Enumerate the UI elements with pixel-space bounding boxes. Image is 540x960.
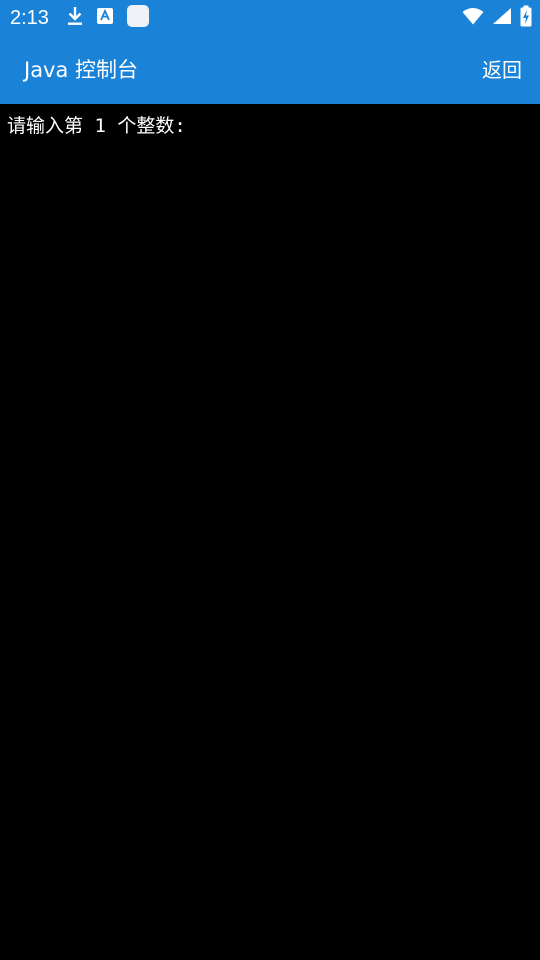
status-bar: 2:13	[0, 0, 540, 36]
console-output[interactable]: 请输入第 1 个整数:	[0, 104, 540, 960]
status-left-icons	[66, 4, 162, 32]
wifi-icon	[462, 7, 484, 29]
page-title: Java 控制台	[24, 58, 139, 82]
status-right-icons	[454, 5, 532, 31]
download-icon	[66, 6, 84, 30]
back-button[interactable]: 返回	[482, 56, 522, 84]
status-time: 2:13	[10, 7, 49, 29]
app-square-icon	[126, 4, 150, 32]
console-line: 请输入第 1 个整数:	[7, 115, 186, 137]
app-bar: Java 控制台 返回	[0, 36, 540, 104]
accessibility-app-icon	[96, 7, 114, 29]
battery-charging-icon	[520, 5, 532, 31]
cellular-signal-icon	[492, 7, 512, 29]
